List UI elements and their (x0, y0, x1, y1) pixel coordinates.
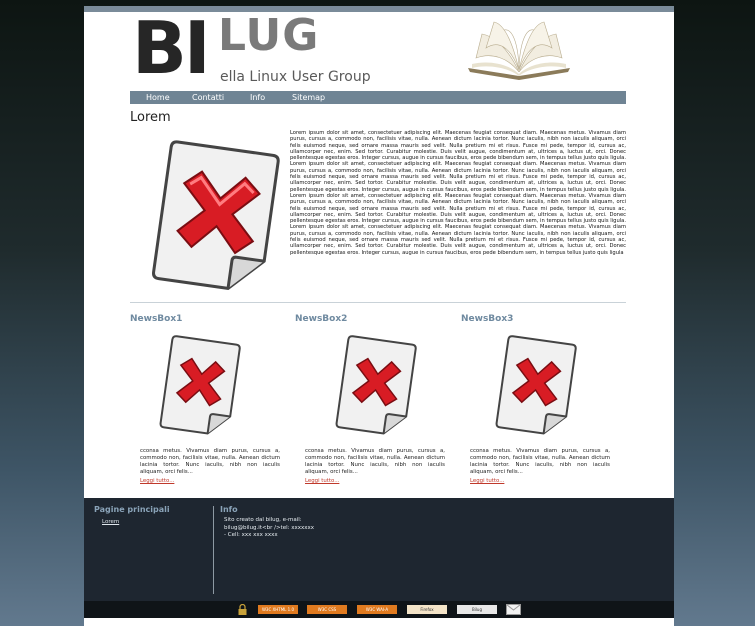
broken-image-icon (335, 335, 417, 435)
nav-home[interactable]: Home (146, 91, 170, 104)
nav-contatti[interactable]: Contatti (192, 91, 224, 104)
newsbox1-text: cconsa metus. Vivamus diam purus, cursus… (140, 448, 280, 475)
logo-subtitle: ella Linux User Group (220, 69, 371, 85)
newsbox3-text: cconsa metus. Vivamus diam purus, cursus… (470, 448, 610, 475)
main-body-text: Lorem ipsum dolor sit amet, consectetuer… (290, 130, 626, 256)
footer-info-line: Sito creato dal bilug, e-mail: (224, 517, 302, 523)
main-nav: Home Contatti Info Sitemap (130, 91, 626, 104)
firefox-badge[interactable]: Firefox (407, 605, 447, 614)
newsbox3-read-more-link[interactable]: Leggi tutto... (470, 478, 504, 484)
broken-image-icon (495, 335, 577, 435)
page-title: Lorem (130, 110, 171, 125)
badge-bar: W3C XHTML 1.0 W3C CSS W3C WAI-A Firefox … (84, 601, 674, 618)
footer-separator (213, 506, 214, 594)
logo-lug: LUG (218, 10, 320, 61)
nav-info[interactable]: Info (250, 91, 265, 104)
footer: Pagine principali Lorem Info Sito creato… (84, 498, 674, 601)
lock-icon (238, 604, 247, 615)
footer-info-line: bilug@bilug.it<br />tel: xxxxxxx (224, 524, 315, 531)
newsbox2-title: NewsBox2 (295, 314, 348, 324)
newsbox2-text: cconsa metus. Vivamus diam purus, cursus… (305, 448, 445, 475)
newsbox2-read-more-link[interactable]: Leggi tutto... (305, 478, 339, 484)
book-icon (468, 21, 570, 80)
broken-image-icon (159, 335, 241, 435)
w3c-css-badge[interactable]: W3C CSS (307, 605, 347, 614)
nav-sitemap[interactable]: Sitemap (292, 91, 325, 104)
broken-image-icon (152, 140, 280, 290)
w3c-wai-badge[interactable]: W3C WAI-A (357, 605, 397, 614)
footer-info-title: Info (220, 505, 238, 514)
footer-pages-title: Pagine principali (94, 505, 170, 514)
page-container: BI LUG ella Linux User Group Home Contat… (84, 6, 674, 626)
bilug-badge[interactable]: Bilug (457, 605, 497, 614)
w3c-xhtml-badge[interactable]: W3C XHTML 1.0 (258, 605, 298, 614)
newsbox1-read-more-link[interactable]: Leggi tutto... (140, 478, 174, 484)
logo-bi: BI (132, 6, 211, 90)
newsbox3-title: NewsBox3 (461, 314, 514, 324)
footer-info-line: - Cell: xxx xxx xxxx (224, 532, 278, 538)
envelope-icon[interactable] (506, 604, 521, 615)
newsbox1-title: NewsBox1 (130, 314, 183, 324)
footer-link-lorem[interactable]: Lorem (102, 519, 119, 525)
content-divider (130, 302, 626, 303)
footer-info-text: Sito creato dal bilug, e-mail: bilug@bil… (224, 517, 424, 540)
